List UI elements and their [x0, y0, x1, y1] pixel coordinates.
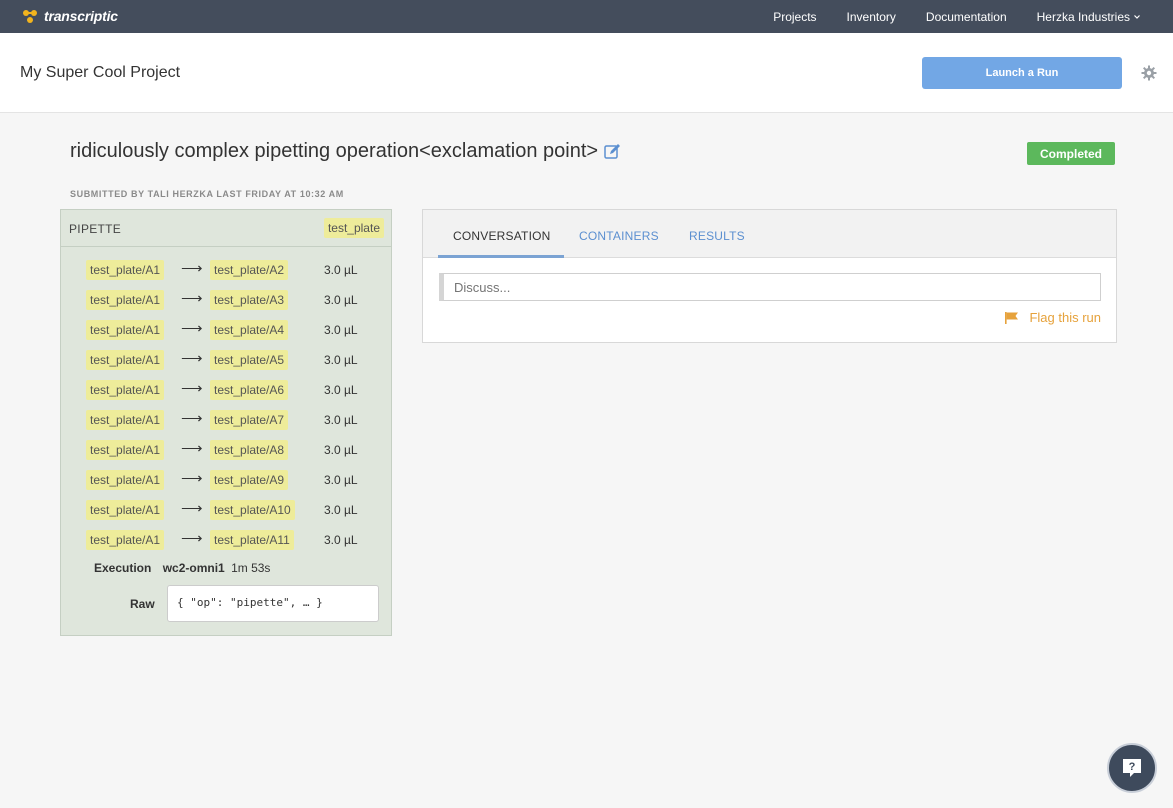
nav-link-projects[interactable]: Projects	[773, 10, 816, 24]
destination-well-chip[interactable]: test_plate/A5	[210, 350, 289, 370]
arrow-right-icon: ⟶	[181, 350, 203, 367]
transfer-row: test_plate/A1 ⟶ test_plate/A3 3.0 µL	[61, 290, 391, 311]
transfer-row: test_plate/A1 ⟶ test_plate/A2 3.0 µL	[61, 260, 391, 281]
arrow-right-icon: ⟶	[181, 440, 203, 457]
arrow-right-icon: ⟶	[181, 500, 203, 517]
run-detail-panel: CONVERSATION CONTAINERS RESULTS Flag thi…	[422, 209, 1117, 343]
logo-text: transcriptic	[44, 8, 118, 24]
submitted-info: SUBMITTED BY TALI HERZKA LAST FRIDAY AT …	[70, 189, 344, 199]
transfer-volume: 3.0 µL	[324, 533, 358, 547]
transfer-row: test_plate/A1 ⟶ test_plate/A4 3.0 µL	[61, 320, 391, 341]
source-well-chip[interactable]: test_plate/A1	[86, 500, 165, 520]
flag-run-label: Flag this run	[1029, 310, 1101, 325]
active-tab-indicator	[438, 255, 564, 258]
raw-label: Raw	[130, 597, 155, 611]
destination-well-chip[interactable]: test_plate/A8	[210, 440, 289, 460]
transfer-volume: 3.0 µL	[324, 443, 358, 457]
destination-well-chip[interactable]: test_plate/A9	[210, 470, 289, 490]
destination-well-chip[interactable]: test_plate/A10	[210, 500, 295, 520]
source-well-chip[interactable]: test_plate/A1	[86, 530, 165, 550]
help-chat-button[interactable]: ?	[1107, 743, 1157, 793]
org-name: Herzka Industries	[1036, 9, 1130, 24]
tab-containers[interactable]: CONTAINERS	[579, 229, 659, 243]
flag-run-link[interactable]: Flag this run	[1005, 310, 1101, 325]
nav-links: Projects Inventory Documentation Herzka …	[743, 0, 1141, 33]
help-chat-icon: ?	[1123, 759, 1141, 777]
execution-label: Execution	[94, 561, 152, 575]
transfer-volume: 3.0 µL	[324, 473, 358, 487]
pipette-title: PIPETTE	[69, 222, 122, 236]
source-well-chip[interactable]: test_plate/A1	[86, 290, 165, 310]
arrow-right-icon: ⟶	[181, 380, 203, 397]
gear-icon[interactable]	[1141, 65, 1157, 81]
transfer-volume: 3.0 µL	[324, 413, 358, 427]
arrow-right-icon: ⟶	[181, 260, 203, 277]
svg-text:?: ?	[1129, 761, 1136, 773]
transfer-row: test_plate/A1 ⟶ test_plate/A11 3.0 µL	[61, 530, 391, 551]
transfer-row: test_plate/A1 ⟶ test_plate/A5 3.0 µL	[61, 350, 391, 371]
project-header: My Super Cool Project Launch a Run	[0, 33, 1173, 113]
top-navbar: transcriptic Projects Inventory Document…	[0, 0, 1173, 33]
source-well-chip[interactable]: test_plate/A1	[86, 440, 165, 460]
destination-well-chip[interactable]: test_plate/A6	[210, 380, 289, 400]
arrow-right-icon: ⟶	[181, 470, 203, 487]
pipette-header: PIPETTE test_plate	[61, 210, 391, 247]
transfer-volume: 3.0 µL	[324, 383, 358, 397]
transfer-volume: 3.0 µL	[324, 503, 358, 517]
transfer-volume: 3.0 µL	[324, 353, 358, 367]
destination-well-chip[interactable]: test_plate/A3	[210, 290, 289, 310]
nav-link-documentation[interactable]: Documentation	[926, 10, 1007, 24]
transfer-row: test_plate/A1 ⟶ test_plate/A9 3.0 µL	[61, 470, 391, 491]
status-badge: Completed	[1027, 142, 1115, 165]
transfer-row: test_plate/A1 ⟶ test_plate/A7 3.0 µL	[61, 410, 391, 431]
tab-results[interactable]: RESULTS	[689, 229, 745, 243]
source-well-chip[interactable]: test_plate/A1	[86, 320, 165, 340]
transfer-volume: 3.0 µL	[324, 293, 358, 307]
transfer-row: test_plate/A1 ⟶ test_plate/A8 3.0 µL	[61, 440, 391, 461]
arrow-right-icon: ⟶	[181, 410, 203, 427]
execution-info: Execution wc2-omni1 1m 53s	[94, 561, 270, 575]
run-title: ridiculously complex pipetting operation…	[70, 140, 621, 163]
project-title: My Super Cool Project	[20, 64, 181, 81]
transfer-row: test_plate/A1 ⟶ test_plate/A10 3.0 µL	[61, 500, 391, 521]
raw-json-box[interactable]: { "op": "pipette", … }	[167, 585, 379, 622]
source-well-chip[interactable]: test_plate/A1	[86, 260, 165, 280]
run-title-text: ridiculously complex pipetting operation…	[70, 140, 599, 162]
org-dropdown[interactable]: Herzka Industries	[1037, 10, 1141, 24]
discuss-input[interactable]	[439, 273, 1101, 301]
destination-well-chip[interactable]: test_plate/A2	[210, 260, 289, 280]
launch-run-button[interactable]: Launch a Run	[922, 57, 1122, 89]
nav-link-inventory[interactable]: Inventory	[847, 10, 896, 24]
transfer-volume: 3.0 µL	[324, 323, 358, 337]
source-well-chip[interactable]: test_plate/A1	[86, 410, 165, 430]
logo-icon	[23, 10, 37, 23]
tab-bar: CONVERSATION CONTAINERS RESULTS	[423, 210, 1116, 258]
destination-well-chip[interactable]: test_plate/A4	[210, 320, 289, 340]
source-well-chip[interactable]: test_plate/A1	[86, 350, 165, 370]
logo[interactable]: transcriptic	[22, 6, 118, 26]
arrow-right-icon: ⟶	[181, 530, 203, 547]
destination-well-chip[interactable]: test_plate/A11	[210, 530, 294, 550]
transfer-volume: 3.0 µL	[324, 263, 358, 277]
arrow-right-icon: ⟶	[181, 320, 203, 337]
execution-duration: 1m 53s	[231, 561, 271, 575]
chevron-down-icon	[1134, 14, 1140, 19]
tab-conversation[interactable]: CONVERSATION	[453, 229, 551, 243]
arrow-right-icon: ⟶	[181, 290, 203, 307]
container-chip[interactable]: test_plate	[323, 218, 384, 238]
source-well-chip[interactable]: test_plate/A1	[86, 470, 165, 490]
pipette-instruction-panel: PIPETTE test_plate test_plate/A1 ⟶ test_…	[60, 209, 392, 636]
destination-well-chip[interactable]: test_plate/A7	[210, 410, 289, 430]
source-well-chip[interactable]: test_plate/A1	[86, 380, 165, 400]
flag-icon	[1005, 311, 1019, 324]
execution-machine: wc2-omni1	[162, 561, 225, 575]
transfer-row: test_plate/A1 ⟶ test_plate/A6 3.0 µL	[61, 380, 391, 401]
edit-icon[interactable]	[604, 143, 621, 160]
